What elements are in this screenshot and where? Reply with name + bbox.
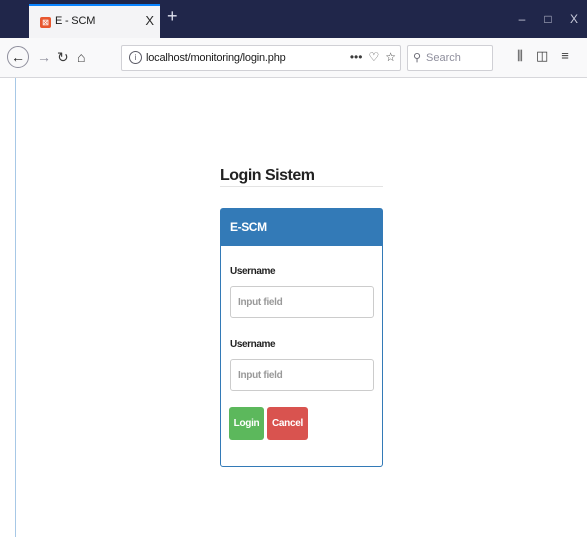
forward-arrow-icon[interactable]: →	[37, 48, 51, 66]
search-input[interactable]	[426, 49, 490, 67]
login-panel: E-SCM Username Username Login Cancel	[220, 208, 383, 467]
scm-favicon-icon: ⊠	[40, 17, 51, 28]
second-username-label: Username	[230, 339, 276, 350]
url-text[interactable]: localhost/monitoring/login.php	[146, 52, 286, 64]
login-button[interactable]: Login	[229, 407, 264, 440]
pocket-icon[interactable]: ♡	[368, 50, 379, 64]
window-controls: – □ X	[509, 0, 587, 38]
title-bar: ⊠ E - SCM X + – □ X	[0, 0, 587, 38]
reload-icon[interactable]: ↻	[57, 48, 69, 66]
page-actions-menu-icon[interactable]: •••	[350, 50, 363, 64]
title-divider	[220, 186, 383, 187]
url-actions: ••• ♡ ☆	[350, 50, 396, 64]
username-input[interactable]	[230, 286, 374, 318]
library-icon[interactable]: ⫼	[517, 48, 523, 64]
sidebar-icon[interactable]: ◫	[536, 48, 548, 64]
username-label: Username	[230, 266, 276, 277]
page-title: Login Sistem	[220, 167, 315, 184]
star-icon[interactable]: ☆	[385, 50, 396, 64]
site-info-icon[interactable]: i	[129, 51, 142, 64]
new-tab-button[interactable]: +	[167, 7, 178, 25]
search-icon: ⚲	[413, 52, 422, 64]
maximize-button[interactable]: □	[535, 0, 561, 38]
panel-heading: E-SCM	[221, 209, 382, 246]
browser-window: ⊠ E - SCM X + – □ X ← → ↻ ⌂ i localhost/…	[0, 0, 587, 537]
tab-close-icon[interactable]: X	[145, 13, 154, 28]
toolbar-right: ⫼ ◫ ≡	[517, 48, 569, 64]
navigation-toolbar: ← → ↻ ⌂ i localhost/monitoring/login.php…	[0, 38, 587, 78]
home-icon[interactable]: ⌂	[77, 48, 85, 66]
tab-e-scm[interactable]: ⊠ E - SCM X	[29, 4, 160, 38]
cancel-button[interactable]: Cancel	[267, 407, 308, 440]
back-arrow-icon[interactable]: ←	[7, 46, 29, 68]
minimize-button[interactable]: –	[509, 0, 535, 38]
close-window-button[interactable]: X	[561, 0, 587, 38]
hamburger-menu-icon[interactable]: ≡	[561, 48, 569, 64]
url-bar[interactable]: i localhost/monitoring/login.php ••• ♡ ☆	[121, 45, 401, 71]
content-left-border	[15, 78, 16, 537]
second-username-input[interactable]	[230, 359, 374, 391]
tab-title: E - SCM	[55, 15, 96, 27]
page-content: Login Sistem E-SCM Username Username Log…	[0, 78, 587, 537]
search-bar[interactable]: ⚲	[407, 45, 493, 71]
